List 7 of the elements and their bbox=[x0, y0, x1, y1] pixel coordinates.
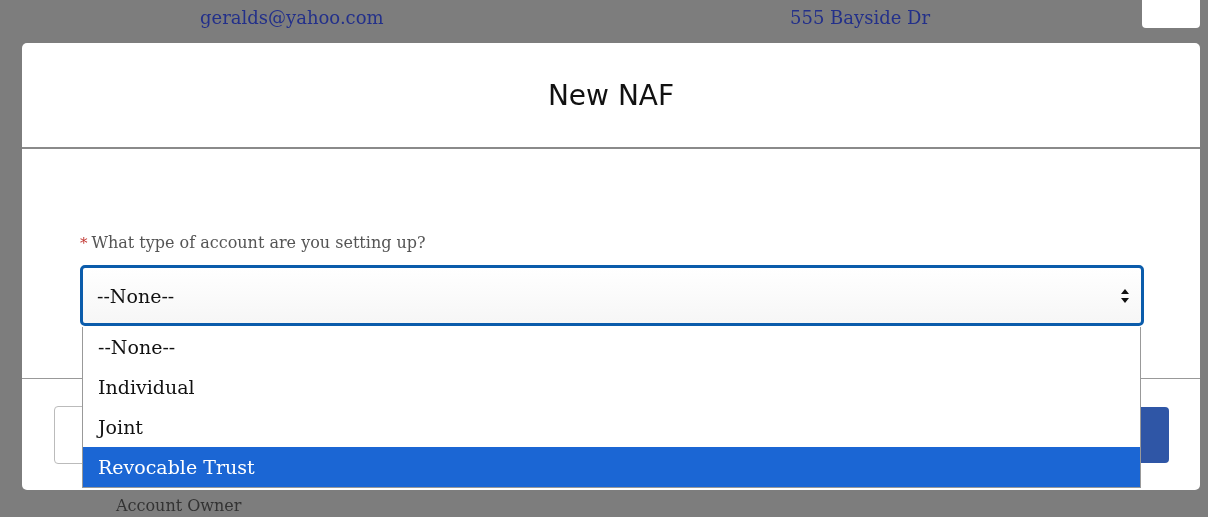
field-label: What type of account are you setting up? bbox=[91, 233, 426, 252]
required-mark: * bbox=[80, 234, 88, 252]
modal-title: New NAF bbox=[547, 78, 675, 112]
select-value: --None-- bbox=[97, 284, 175, 307]
email-text: geralds@yahoo.com bbox=[200, 6, 385, 28]
field-label: Account Owner bbox=[116, 496, 242, 515]
address-text: 555 Bayside Dr bbox=[790, 6, 931, 28]
